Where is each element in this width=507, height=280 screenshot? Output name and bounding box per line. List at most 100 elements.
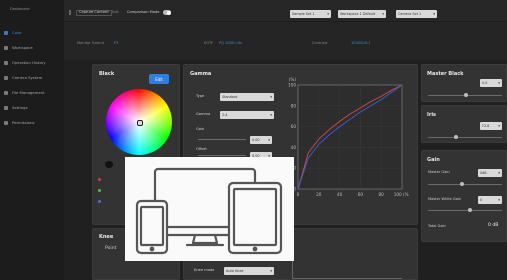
offset-label: Offset (196, 147, 207, 151)
sidebar-item[interactable]: Camera System (4, 73, 62, 82)
blue-dot-icon (98, 200, 101, 203)
nav-icon (4, 45, 8, 50)
total-gain-label: Total Gain (428, 224, 446, 228)
gain-label: Gain (196, 127, 205, 131)
sidebar-item[interactable]: Color (4, 28, 62, 37)
chevron-down-icon: ▾ (270, 113, 272, 117)
gamma-panel-title: Gamma (190, 71, 212, 77)
master-black-title: Master Black (427, 71, 464, 77)
chevron-down-icon: ▾ (270, 95, 272, 99)
top-bar: Capture Content Exit Comparison Mode Sam… (64, 0, 507, 22)
nav-icon (4, 75, 8, 80)
exit-link[interactable]: Exit (112, 10, 119, 15)
master-white-gain-label: Master White Gain (428, 197, 462, 201)
y-tick-label: 80 (291, 103, 297, 108)
knee-mode-label: Knee mode (194, 268, 215, 272)
x-tick-label: 20 (316, 192, 322, 197)
master-gain-value[interactable]: 0dB ▾ (478, 169, 502, 177)
camera-set-dropdown[interactable]: Camera Set 1 ▾ (396, 10, 437, 18)
sidebar: Dashboard Color Workspace Operation Histor… (0, 0, 64, 280)
x-tick-label: 40 (337, 192, 343, 197)
master-black-value[interactable]: 0.0 ▾ (480, 79, 502, 87)
tablet-icon (227, 181, 283, 255)
wheel-picker-handle[interactable] (137, 120, 143, 126)
input-value: 0.0 (482, 81, 488, 85)
nav-icon (4, 120, 8, 125)
sidebar-item-label: File Management (12, 90, 45, 95)
gamma-curve-chart: 020406080100 (%)(%)100806040200 (288, 77, 409, 197)
chevron-down-icon: ▾ (270, 269, 272, 273)
master-white-gain-slider-handle[interactable] (468, 208, 472, 212)
black-panel-title: Black (99, 71, 115, 77)
eotf-label: EOTF (204, 41, 214, 45)
gain-panel: Gain Master Gain 0dB ▾ Master White Gain … (421, 150, 507, 242)
sidebar-item[interactable]: Settings (4, 103, 62, 112)
chevron-down-icon: ▾ (382, 12, 384, 16)
nav-icon (4, 60, 8, 65)
capture-button-label: Capture Content (79, 10, 109, 15)
type-label: Type (196, 94, 205, 98)
monitor-gamut-value: P3 (114, 41, 119, 45)
iris-value[interactable]: F2.8 ▾ (480, 122, 502, 130)
sidebar-item[interactable]: Workspace (4, 43, 62, 52)
gamma-type-dropdown[interactable]: Standard ▾ (220, 93, 274, 101)
sidebar-item-label: Permissions (12, 120, 35, 125)
gain-slider[interactable] (198, 139, 246, 140)
brand-label: Dashboard (10, 7, 30, 11)
color-wheel[interactable] (106, 89, 172, 155)
dropdown-value: Workspace 1 Default (340, 12, 376, 16)
sidebar-item-label: Operation History (12, 60, 46, 65)
dropdown-value: Sample Set 1 (292, 12, 315, 16)
nav-icon (4, 30, 8, 35)
offset-slider[interactable] (198, 155, 246, 156)
total-gain-value: 0 dB (488, 223, 499, 228)
gain-value-input[interactable]: 0.00 ▾ (250, 136, 272, 144)
chevron-down-icon: ▾ (327, 12, 329, 16)
iris-slider-handle[interactable] (454, 135, 458, 139)
knee-point-label: Point (105, 246, 117, 251)
y-tick-label: 60 (291, 124, 297, 129)
x-tick-label: 80 (379, 192, 385, 197)
iris-slider[interactable] (428, 137, 502, 138)
y-tick-label: 40 (291, 145, 297, 150)
master-gain-slider-handle[interactable] (460, 182, 464, 186)
workspace-dropdown[interactable]: Workspace 1 Default ▾ (338, 10, 386, 18)
gamma-label: Gamma (196, 112, 211, 116)
comparison-mode-toggle[interactable] (163, 10, 171, 15)
master-white-gain-slider[interactable] (428, 210, 502, 211)
edit-button[interactable]: Edit (149, 74, 169, 84)
x-tick-label: 100 (%) (394, 192, 409, 197)
sidebar-item[interactable]: Operation History (4, 58, 62, 67)
chevron-down-icon: ▾ (498, 198, 500, 202)
input-value: F2.8 (482, 124, 490, 128)
divider (69, 10, 71, 15)
sample-set-dropdown[interactable]: Sample Set 1 ▾ (290, 10, 331, 18)
master-black-slider-handle[interactable] (464, 93, 468, 97)
dropdown-value: Camera Set 1 (398, 12, 422, 16)
iris-panel: Iris F2.8 ▾ (421, 105, 507, 143)
knee-panel-title: Knee (99, 234, 114, 240)
sidebar-item[interactable]: Permissions (4, 118, 62, 127)
input-value: 0.00 (252, 138, 260, 142)
chevron-down-icon: ▾ (498, 171, 500, 175)
sidebar-item[interactable]: File Management (4, 88, 62, 97)
knee-mode-dropdown[interactable]: Auto Knee ▾ (224, 267, 274, 275)
eotf-value: PQ 1000 nits (219, 41, 242, 45)
master-gain-slider[interactable] (428, 184, 502, 185)
master-white-gain-value[interactable]: 0 ▾ (478, 196, 502, 204)
chevron-down-icon: ▾ (498, 81, 500, 85)
contrast-value: 1000000:1 (351, 41, 371, 45)
sidebar-item-label: Settings (12, 105, 28, 110)
x-tick-label: 0 (297, 192, 300, 197)
gamma-value-dropdown[interactable]: 2.4 ▾ (220, 111, 274, 119)
sidebar-item-label: Workspace (12, 45, 33, 50)
chevron-down-icon: ▾ (498, 124, 500, 128)
devices-illustration (135, 167, 283, 255)
info-bar: Monitor Gamut P3 EOTF PQ 1000 nits Contr… (64, 22, 507, 60)
nav-icon (4, 90, 8, 95)
contrast-label: Contrast (312, 41, 328, 45)
capture-button[interactable]: Capture Content (76, 10, 112, 16)
black-toggle[interactable] (105, 161, 113, 168)
sidebar-item-label: Camera System (12, 75, 43, 80)
devices-illustration-overlay (125, 157, 294, 261)
